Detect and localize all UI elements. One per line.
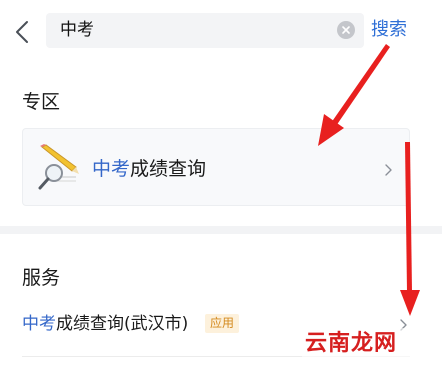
back-button[interactable]: [10, 18, 34, 46]
service-label-highlight: 中考: [22, 314, 56, 334]
chevron-right-icon: [384, 161, 392, 180]
clear-icon: [342, 26, 350, 34]
zone-section-title: 专区: [22, 91, 61, 113]
exam-score-card[interactable]: [22, 128, 410, 206]
clear-search-button[interactable]: [337, 21, 355, 39]
service-label-rest: 成绩查询(武汉市): [56, 314, 189, 334]
search-button[interactable]: 搜索: [371, 18, 407, 42]
watermark-text: 云南龙网: [305, 331, 398, 356]
app-tag-badge: 应用: [205, 314, 240, 333]
exam-score-card-label: 中考成绩查询: [92, 156, 206, 182]
card-label-rest: 成绩查询: [130, 158, 207, 180]
services-section-title: 服务: [22, 267, 61, 289]
section-divider: [0, 226, 442, 234]
chevron-left-icon: [16, 21, 28, 43]
service-item-exam-score-wuhan[interactable]: 中考成绩查询(武汉市): [22, 312, 188, 336]
search-query-text[interactable]: 中考: [60, 19, 94, 41]
card-label-highlight: 中考: [92, 158, 131, 180]
magnifier-pencil-icon: [34, 143, 80, 191]
